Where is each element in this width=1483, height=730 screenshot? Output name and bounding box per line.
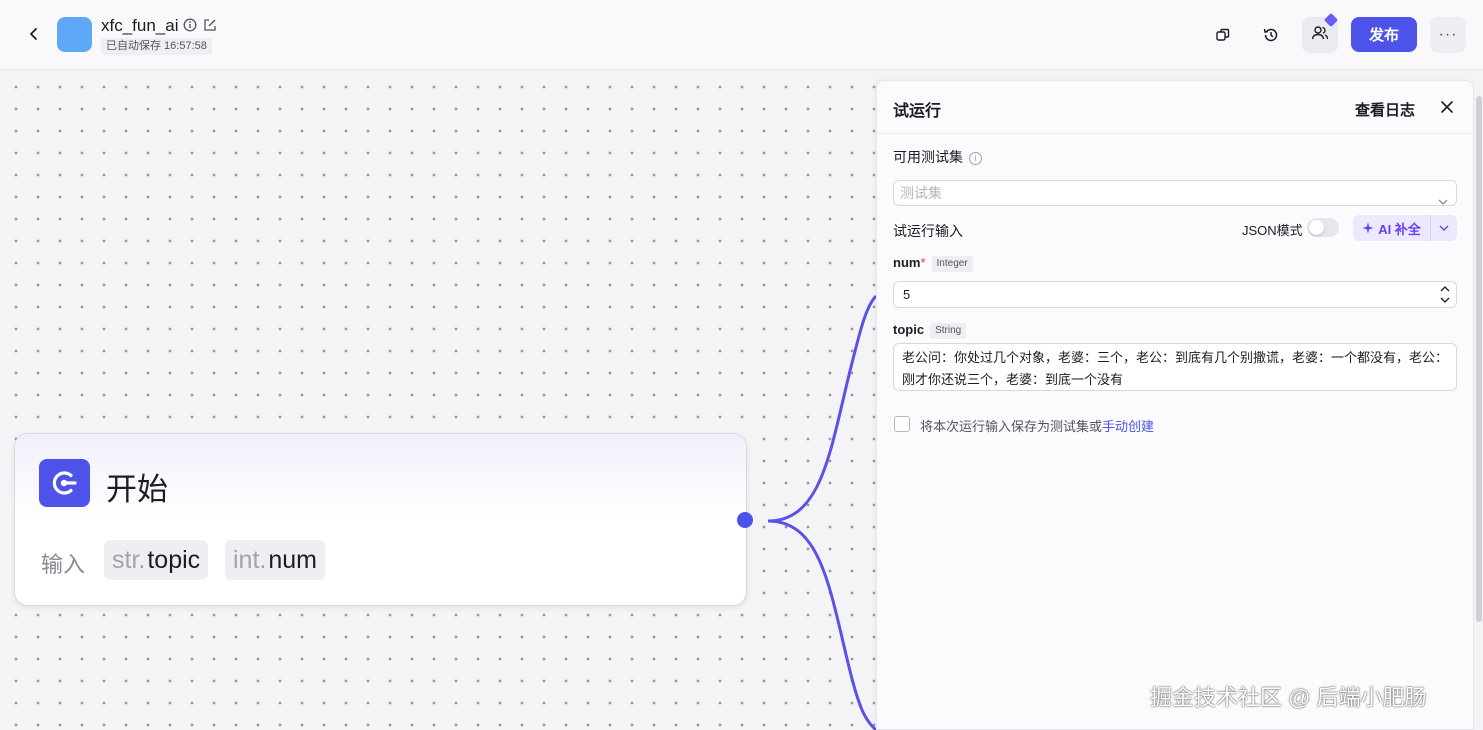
edge-lower <box>767 519 876 730</box>
back-icon[interactable] <box>22 22 46 46</box>
type-tag: Integer <box>931 256 973 272</box>
edge-upper <box>767 294 876 523</box>
panel-scrollbar[interactable] <box>1474 80 1483 730</box>
publish-button[interactable]: 发布 <box>1351 17 1417 52</box>
required-mark: * <box>920 255 926 270</box>
collaborators-icon <box>1311 25 1329 46</box>
testset-label: 可用测试集 i <box>893 147 982 167</box>
panel-title: 试运行 <box>893 103 942 120</box>
save-testset-text: 将本次运行输入保存为测试集或手动创建 <box>920 419 1155 434</box>
edit-icon[interactable] <box>203 18 217 32</box>
autosave-status: 已自动保存 16:57:58 <box>101 38 212 55</box>
testset-select[interactable]: 测试集 <box>893 180 1457 206</box>
ai-complete-button[interactable]: AI 补全 <box>1353 215 1430 241</box>
ai-complete-dropdown[interactable] <box>1430 215 1457 241</box>
run-input-label: 试运行输入 <box>893 223 963 239</box>
top-bar: xfc_fun_ai 已自动保存 16:57:58 发布 ··· <box>0 0 1483 70</box>
sparkle-icon <box>1362 222 1374 234</box>
field-label-topic: topic String <box>893 322 967 339</box>
info-icon[interactable]: i <box>969 152 982 165</box>
view-log-button[interactable]: 查看日志 <box>1355 99 1415 120</box>
param-type: int. <box>233 545 267 574</box>
testset-placeholder: 测试集 <box>900 185 942 201</box>
start-node-icon <box>39 459 90 507</box>
chevron-down-icon <box>1440 297 1450 303</box>
json-mode-toggle[interactable] <box>1307 218 1339 237</box>
start-node-output-port[interactable] <box>737 512 753 528</box>
history-icon[interactable] <box>1258 22 1284 48</box>
param-name: topic <box>147 545 201 574</box>
chevron-up-icon <box>1440 286 1450 292</box>
start-node[interactable]: 开始 输入 str. topic int. num <box>14 433 753 606</box>
type-tag: String <box>930 323 967 339</box>
workflow-canvas[interactable]: 开始 输入 str. topic int. num <box>0 71 876 730</box>
start-node-title: 开始 <box>106 472 168 507</box>
param-chip-topic: str. topic <box>104 540 209 580</box>
save-testset-checkbox[interactable] <box>894 416 910 432</box>
json-mode-label: JSON模式 <box>1242 223 1303 238</box>
more-icon[interactable]: ··· <box>1430 17 1466 53</box>
field-label-num: num* Integer <box>893 255 973 272</box>
watermark: 掘金技术社区 @ 后端小肥肠 <box>1150 685 1427 710</box>
workflow-edges <box>767 294 876 730</box>
app-title: xfc_fun_ai <box>101 16 179 35</box>
start-node-input-label: 输入 <box>41 552 86 577</box>
param-name: num <box>268 545 317 574</box>
number-stepper[interactable] <box>1440 285 1450 304</box>
panel-divider <box>877 133 1473 134</box>
close-icon[interactable] <box>1437 97 1457 117</box>
num-input[interactable]: 5 <box>893 281 1457 308</box>
topic-textarea[interactable]: 老公问：你处过几个对象，老婆：三个，老公：到底有几个别撒谎，老婆：一个都没有，老… <box>893 343 1457 391</box>
chevron-down-icon <box>1439 219 1449 237</box>
collaborators-button[interactable] <box>1302 12 1339 53</box>
param-chip-num: int. num <box>225 540 325 580</box>
param-type: str. <box>112 545 146 574</box>
manual-create-link[interactable]: 手动创建 <box>1102 419 1154 434</box>
chevron-down-icon <box>1438 189 1448 213</box>
scrollbar-thumb[interactable] <box>1476 96 1482 622</box>
test-run-panel: 试运行 查看日志 可用测试集 i 测试集 试运行输入 JSON模式 AI 补全 n… <box>876 80 1474 730</box>
copy-icon[interactable] <box>1210 22 1236 48</box>
info-icon[interactable] <box>183 18 197 32</box>
app-avatar <box>57 17 92 52</box>
